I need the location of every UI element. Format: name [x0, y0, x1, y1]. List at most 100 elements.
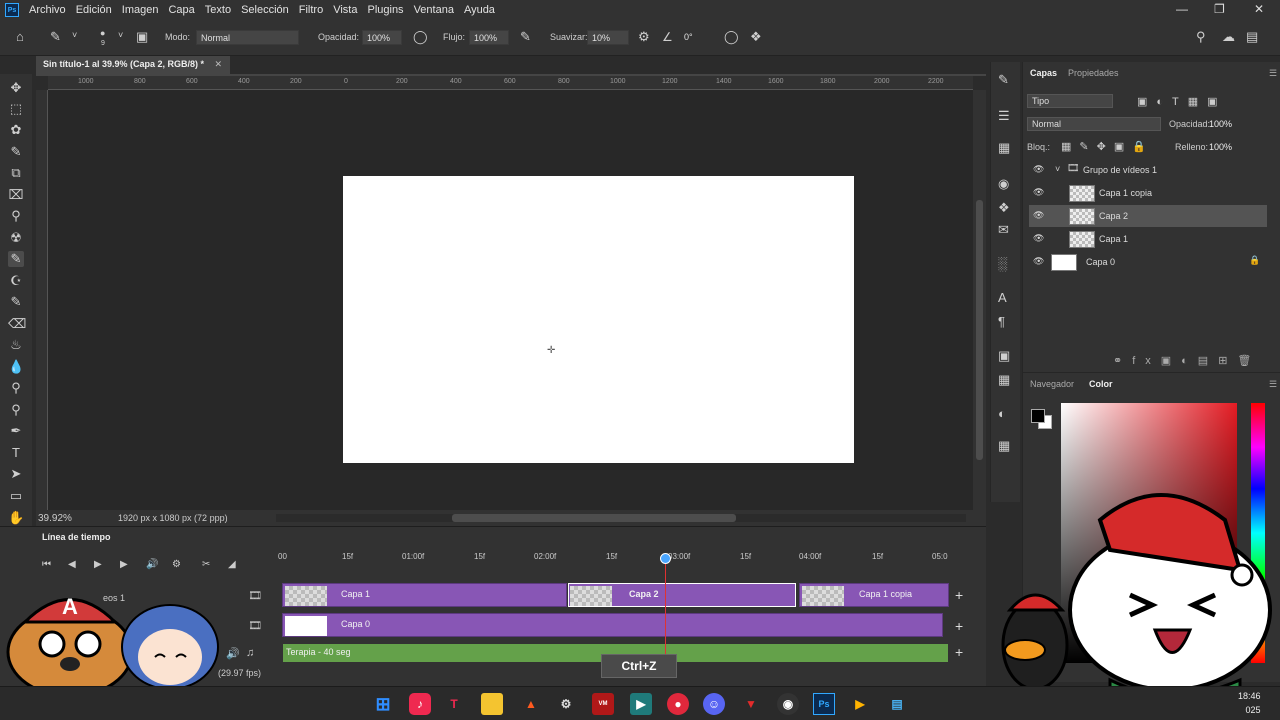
horizontal-scroll-thumb[interactable] [452, 514, 736, 522]
eyedropper-tool-icon[interactable]: ⚲ [8, 208, 24, 224]
blend-mode-select[interactable]: Normal [1027, 117, 1161, 131]
move-tool-icon[interactable]: ✥ [8, 80, 24, 96]
menu-seleccion[interactable]: Selección [241, 4, 289, 16]
brave-browser-icon[interactable]: ▲ [520, 693, 542, 715]
media-player-icon[interactable]: ▶ [849, 693, 871, 715]
libraries-icon[interactable]: ▦ [998, 438, 1010, 454]
menu-plugins[interactable]: Plugins [367, 4, 403, 16]
visibility-eye-icon[interactable]: 👁 [1033, 187, 1044, 198]
rectangle-tool-icon[interactable]: ▭ [8, 488, 24, 504]
discord-icon[interactable]: ☺ [703, 693, 725, 715]
layer-group-videos[interactable]: 👁 ˅ 🎞 Grupo de vídeos 1 [1029, 159, 1267, 181]
layer-footer-actions[interactable]: ⚭fx▣◐▤⊞🗑 [1113, 354, 1261, 367]
comments-icon[interactable]: ✉ [998, 222, 1009, 238]
flow-input[interactable]: 100% [469, 30, 509, 45]
patterns-icon[interactable]: ▦ [998, 372, 1010, 388]
video-clip-capa-2[interactable]: Capa 2 [568, 583, 796, 607]
color-panel-icon[interactable]: ◐ [998, 406, 1006, 421]
windows-start-icon[interactable]: ⊞ [372, 693, 394, 715]
document-canvas[interactable] [343, 176, 854, 463]
swatches-icon[interactable]: ▦ [998, 140, 1010, 156]
audio-icon[interactable]: 🔊 [146, 559, 158, 570]
horizontal-scrollbar[interactable] [276, 514, 966, 522]
smooth-input[interactable]: 10% [587, 30, 629, 45]
frame-tool-icon[interactable]: ⌧ [8, 187, 24, 203]
crop-tool-icon[interactable]: ⧉ [8, 165, 24, 181]
video-clip-capa-1[interactable]: Capa 1 [282, 583, 567, 607]
pressure-opacity-icon[interactable]: ◯ [413, 29, 428, 45]
burn-tool-icon[interactable]: ⚲ [8, 402, 24, 418]
film-icon[interactable]: 🎞 [248, 619, 262, 632]
share-icon[interactable]: ☁ [1222, 29, 1235, 45]
menu-filtro[interactable]: Filtro [299, 4, 323, 16]
layer-capa-1-copia[interactable]: 👁 Capa 1 copia [1029, 182, 1267, 204]
brush-size-dot-icon[interactable]: ● [100, 28, 105, 38]
layer-capa-1[interactable]: 👁 Capa 1 [1029, 228, 1267, 250]
paint-bucket-icon[interactable]: ♨ [8, 337, 24, 353]
pen-tool-icon[interactable]: ✒ [8, 423, 24, 439]
adjustments-icon[interactable]: ☰ [998, 108, 1010, 124]
video-clip-capa-0[interactable]: Capa 0 [282, 613, 943, 637]
split-scissors-icon[interactable]: ✂ [202, 559, 210, 570]
panel-menu-icon[interactable]: ☰ [1269, 68, 1277, 79]
quick-select-tool-icon[interactable]: ✎ [8, 144, 24, 160]
system-clock[interactable]: 18:46 025 [1238, 689, 1261, 717]
pressure-size-icon[interactable]: ◯ [724, 29, 739, 45]
workspace-icon[interactable]: ▤ [1246, 29, 1258, 45]
dropdown-arrow-icon[interactable]: ˅ [72, 30, 77, 40]
close-tab-icon[interactable]: ✕ [214, 59, 222, 70]
tab-navegador[interactable]: Navegador [1030, 379, 1074, 389]
layer-capa-2[interactable]: 👁 Capa 2 [1029, 205, 1267, 227]
lock-icons[interactable]: ▦✎✥▣🔒 [1061, 140, 1154, 153]
channels-icon[interactable]: ❖ [998, 200, 1010, 216]
game-launcher-icon[interactable]: ▼ [740, 693, 762, 715]
lasso-tool-icon[interactable]: ✿ [8, 122, 24, 138]
layer-fill-value[interactable]: 100% [1209, 142, 1232, 152]
text-app-icon[interactable]: T [443, 693, 465, 715]
panel-menu-icon[interactable]: ☰ [1269, 379, 1277, 390]
steam-icon[interactable]: ⚙ [555, 693, 577, 715]
playhead-handle[interactable] [660, 553, 671, 564]
visibility-eye-icon[interactable]: 👁 [1033, 210, 1044, 221]
menu-archivo[interactable]: Archivo [29, 4, 66, 16]
zoom-level[interactable]: 39.92% [38, 513, 72, 524]
visibility-eye-icon[interactable]: 👁 [1033, 164, 1044, 175]
chevron-down-icon[interactable]: ˅ [1055, 164, 1060, 174]
home-icon[interactable]: ⌂ [16, 29, 24, 44]
gradient-icon[interactable]: ▣ [998, 348, 1010, 364]
gear-icon[interactable]: ⚙ [638, 29, 650, 45]
character-icon[interactable]: A [998, 290, 1007, 305]
histogram-icon[interactable]: ░ [998, 256, 1007, 271]
history-brush-icon[interactable]: ✎ [8, 294, 24, 310]
first-frame-icon[interactable]: ⏮ [42, 559, 51, 570]
add-media-button[interactable]: + [955, 587, 963, 603]
hand-tool-icon[interactable]: ✋ [8, 510, 24, 526]
play-icon[interactable]: ▶ [94, 559, 102, 570]
file-explorer-icon[interactable] [481, 693, 503, 715]
visibility-eye-icon[interactable]: 👁 [1033, 256, 1044, 267]
blur-tool-icon[interactable]: 💧 [8, 359, 24, 375]
layer-filter-icons[interactable]: ▣◐T▦▣ [1137, 95, 1227, 108]
menu-ventana[interactable]: Ventana [414, 4, 454, 16]
foreground-swatch[interactable] [1031, 409, 1045, 423]
symmetry-icon[interactable]: ❖ [750, 29, 762, 45]
add-media-button[interactable]: + [955, 618, 963, 634]
obs-icon[interactable]: ◉ [777, 693, 799, 715]
vertical-scrollbar[interactable] [973, 90, 986, 510]
recording-app-icon[interactable]: ● [667, 693, 689, 715]
vertical-scroll-thumb[interactable] [976, 200, 983, 460]
brush-panel-icon[interactable]: ✎ [998, 72, 1009, 88]
paragraph-icon[interactable]: ¶ [998, 314, 1005, 329]
visibility-eye-icon[interactable]: 👁 [1033, 233, 1044, 244]
maximize-icon[interactable]: ❐ [1214, 2, 1225, 16]
transition-icon[interactable]: ◢ [228, 559, 236, 570]
menu-edicion[interactable]: Edición [76, 4, 112, 16]
healing-tool-icon[interactable]: ☢ [8, 230, 24, 246]
document-info[interactable]: 1920 px x 1080 px (72 ppp) [118, 513, 228, 523]
music-note-icon[interactable]: ♫ [246, 647, 254, 659]
airbrush-icon[interactable]: ✎ [520, 29, 531, 45]
video-editor-icon[interactable]: ▶ [630, 693, 652, 715]
tab-propiedades[interactable]: Propiedades [1068, 68, 1119, 78]
menu-vista[interactable]: Vista [333, 4, 357, 16]
marquee-tool-icon[interactable]: ⬚ [8, 101, 24, 117]
